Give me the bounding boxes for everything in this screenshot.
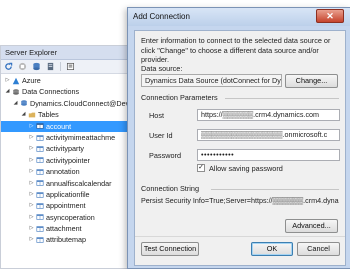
tree-node-tables[interactable]: ◢ Tables: [1, 109, 131, 120]
collapse-arrow-icon[interactable]: ◢: [12, 98, 19, 109]
tree-node-label: account: [46, 121, 72, 131]
server-explorer-tree: ▷ Azure ◢ Data Connections ◢ Dynamics.Cl…: [1, 75, 131, 246]
tree-node-table[interactable]: ▷ activityparty: [1, 143, 131, 154]
database-icon: [19, 99, 28, 108]
connection-parameters-label: Connection Parameters: [141, 93, 218, 102]
host-label: Host: [149, 111, 165, 120]
expand-arrow-icon[interactable]: ▷: [28, 200, 35, 211]
tree-node-label: activitypointer: [46, 155, 90, 165]
dialog-titlebar[interactable]: Add Connection ✕: [128, 8, 350, 26]
table-icon: [35, 156, 44, 165]
allow-saving-password-checkbox[interactable]: ✓: [197, 164, 205, 172]
expand-arrow-icon[interactable]: ▷: [28, 166, 35, 177]
data-connections-icon: [11, 88, 20, 97]
tree-node-table[interactable]: ▷ annualfiscalcalendar: [1, 178, 131, 189]
tree-node-label: annualfiscalcalendar: [46, 178, 112, 188]
collapse-arrow-icon[interactable]: ◢: [20, 109, 27, 120]
collapse-arrow-icon[interactable]: ◢: [4, 86, 11, 97]
allow-saving-password-label[interactable]: Allow saving password: [209, 164, 283, 173]
tree-node-table[interactable]: ▷ asyncoperation: [1, 212, 131, 223]
tree-node-table[interactable]: ▷ applicationfile: [1, 189, 131, 200]
table-icon: [35, 190, 44, 199]
tree-node-table[interactable]: ▷ annotation: [1, 166, 131, 177]
expand-arrow-icon[interactable]: ▷: [28, 143, 35, 154]
expand-arrow-icon[interactable]: ▷: [28, 178, 35, 189]
tree-node-label: attributemap: [46, 235, 86, 245]
close-button[interactable]: ✕: [316, 9, 344, 23]
dialog-instructions: Enter information to connect to the sele…: [141, 36, 331, 64]
add-connection-dialog: Add Connection ✕ Enter information to co…: [127, 7, 350, 269]
tree-node-table-account[interactable]: ▷ account: [1, 120, 131, 132]
data-source-label: Data source:: [141, 64, 183, 73]
dialog-content: Enter information to connect to the sele…: [134, 30, 346, 266]
properties-icon[interactable]: [66, 62, 75, 71]
server-explorer-toolbar: [1, 60, 131, 74]
expand-arrow-icon[interactable]: ▷: [28, 223, 35, 234]
server-explorer-title: Server Explorer: [1, 46, 131, 60]
table-icon: [35, 224, 44, 233]
group-divider: [225, 98, 339, 99]
expand-arrow-icon[interactable]: ▷: [28, 212, 35, 223]
server-explorer-panel: Server Explorer ▷ Azure ◢ Data Connectio…: [0, 45, 132, 269]
connect-server-icon[interactable]: [46, 62, 55, 71]
advanced-button[interactable]: Advanced...: [285, 219, 338, 233]
tree-node-table[interactable]: ▷ attachment: [1, 223, 131, 234]
tree-node-data-connections[interactable]: ◢ Data Connections: [1, 86, 131, 97]
tree-node-label: Dynamics.CloudConnect@Dev: [30, 98, 130, 108]
host-input[interactable]: https://▒▒▒▒▒▒.crm4.dynamics.com: [197, 109, 340, 121]
table-icon: [35, 122, 44, 131]
tree-node-label: Tables: [38, 110, 59, 120]
password-label: Password: [149, 151, 182, 160]
tree-node-label: attachment: [46, 224, 82, 234]
user-id-label: User Id: [149, 131, 173, 140]
table-icon: [35, 145, 44, 154]
table-icon: [35, 236, 44, 245]
expand-arrow-icon[interactable]: ▷: [4, 75, 11, 86]
test-connection-button[interactable]: Test Connection: [141, 242, 199, 256]
expand-arrow-icon[interactable]: ▷: [28, 234, 35, 245]
tree-node-table[interactable]: ▷ appointment: [1, 200, 131, 211]
table-icon: [35, 213, 44, 222]
tree-node-table[interactable]: ▷ activitypointer: [1, 155, 131, 166]
connect-database-icon[interactable]: [32, 62, 41, 71]
connection-string-value: Persist Security Info=True;Server=https:…: [141, 196, 339, 205]
expand-arrow-icon[interactable]: ▷: [28, 189, 35, 200]
password-input[interactable]: •••••••••••: [197, 149, 340, 161]
tree-node-label: Azure: [22, 76, 41, 85]
azure-icon: [11, 76, 20, 85]
folder-icon: [27, 110, 36, 119]
tree-node-table[interactable]: ▷ activitymimeattachme: [1, 132, 131, 143]
dialog-title: Add Connection: [133, 12, 190, 21]
tree-node-azure[interactable]: ▷ Azure: [1, 75, 131, 86]
stop-icon[interactable]: [18, 62, 27, 71]
table-icon: [35, 201, 44, 210]
table-icon: [35, 167, 44, 176]
tree-node-connection[interactable]: ◢ Dynamics.CloudConnect@Dev: [1, 98, 131, 109]
expand-arrow-icon[interactable]: ▷: [28, 132, 35, 143]
toolbar-separator: [60, 62, 61, 71]
tree-node-label: activitymimeattachme: [46, 132, 116, 142]
ok-button[interactable]: OK: [251, 242, 293, 256]
expand-arrow-icon[interactable]: ▷: [28, 155, 35, 166]
tree-node-label: activityparty: [46, 144, 84, 154]
tree-node-label: appointment: [46, 201, 86, 211]
tree-node-label: asyncoperation: [46, 212, 95, 222]
button-bar-divider: [135, 236, 345, 237]
tree-node-label: applicationfile: [46, 189, 90, 199]
connection-string-label: Connection String: [141, 184, 200, 193]
table-icon: [35, 179, 44, 188]
tree-node-table[interactable]: ▷ attributemap: [1, 234, 131, 245]
cancel-button[interactable]: Cancel: [297, 242, 340, 256]
group-divider: [211, 189, 339, 190]
tree-node-label: Data Connections: [22, 87, 80, 97]
refresh-icon[interactable]: [4, 62, 13, 71]
change-button[interactable]: Change...: [285, 74, 338, 88]
expand-arrow-icon[interactable]: ▷: [28, 121, 35, 132]
user-id-input[interactable]: ▒▒▒▒▒▒▒▒▒▒▒▒▒▒▒▒.onmicrosoft.c: [197, 129, 340, 141]
table-icon: [35, 133, 44, 142]
tree-node-label: annotation: [46, 167, 80, 177]
data-source-field: Dynamics Data Source (dotConnect for Dyn…: [141, 74, 282, 87]
